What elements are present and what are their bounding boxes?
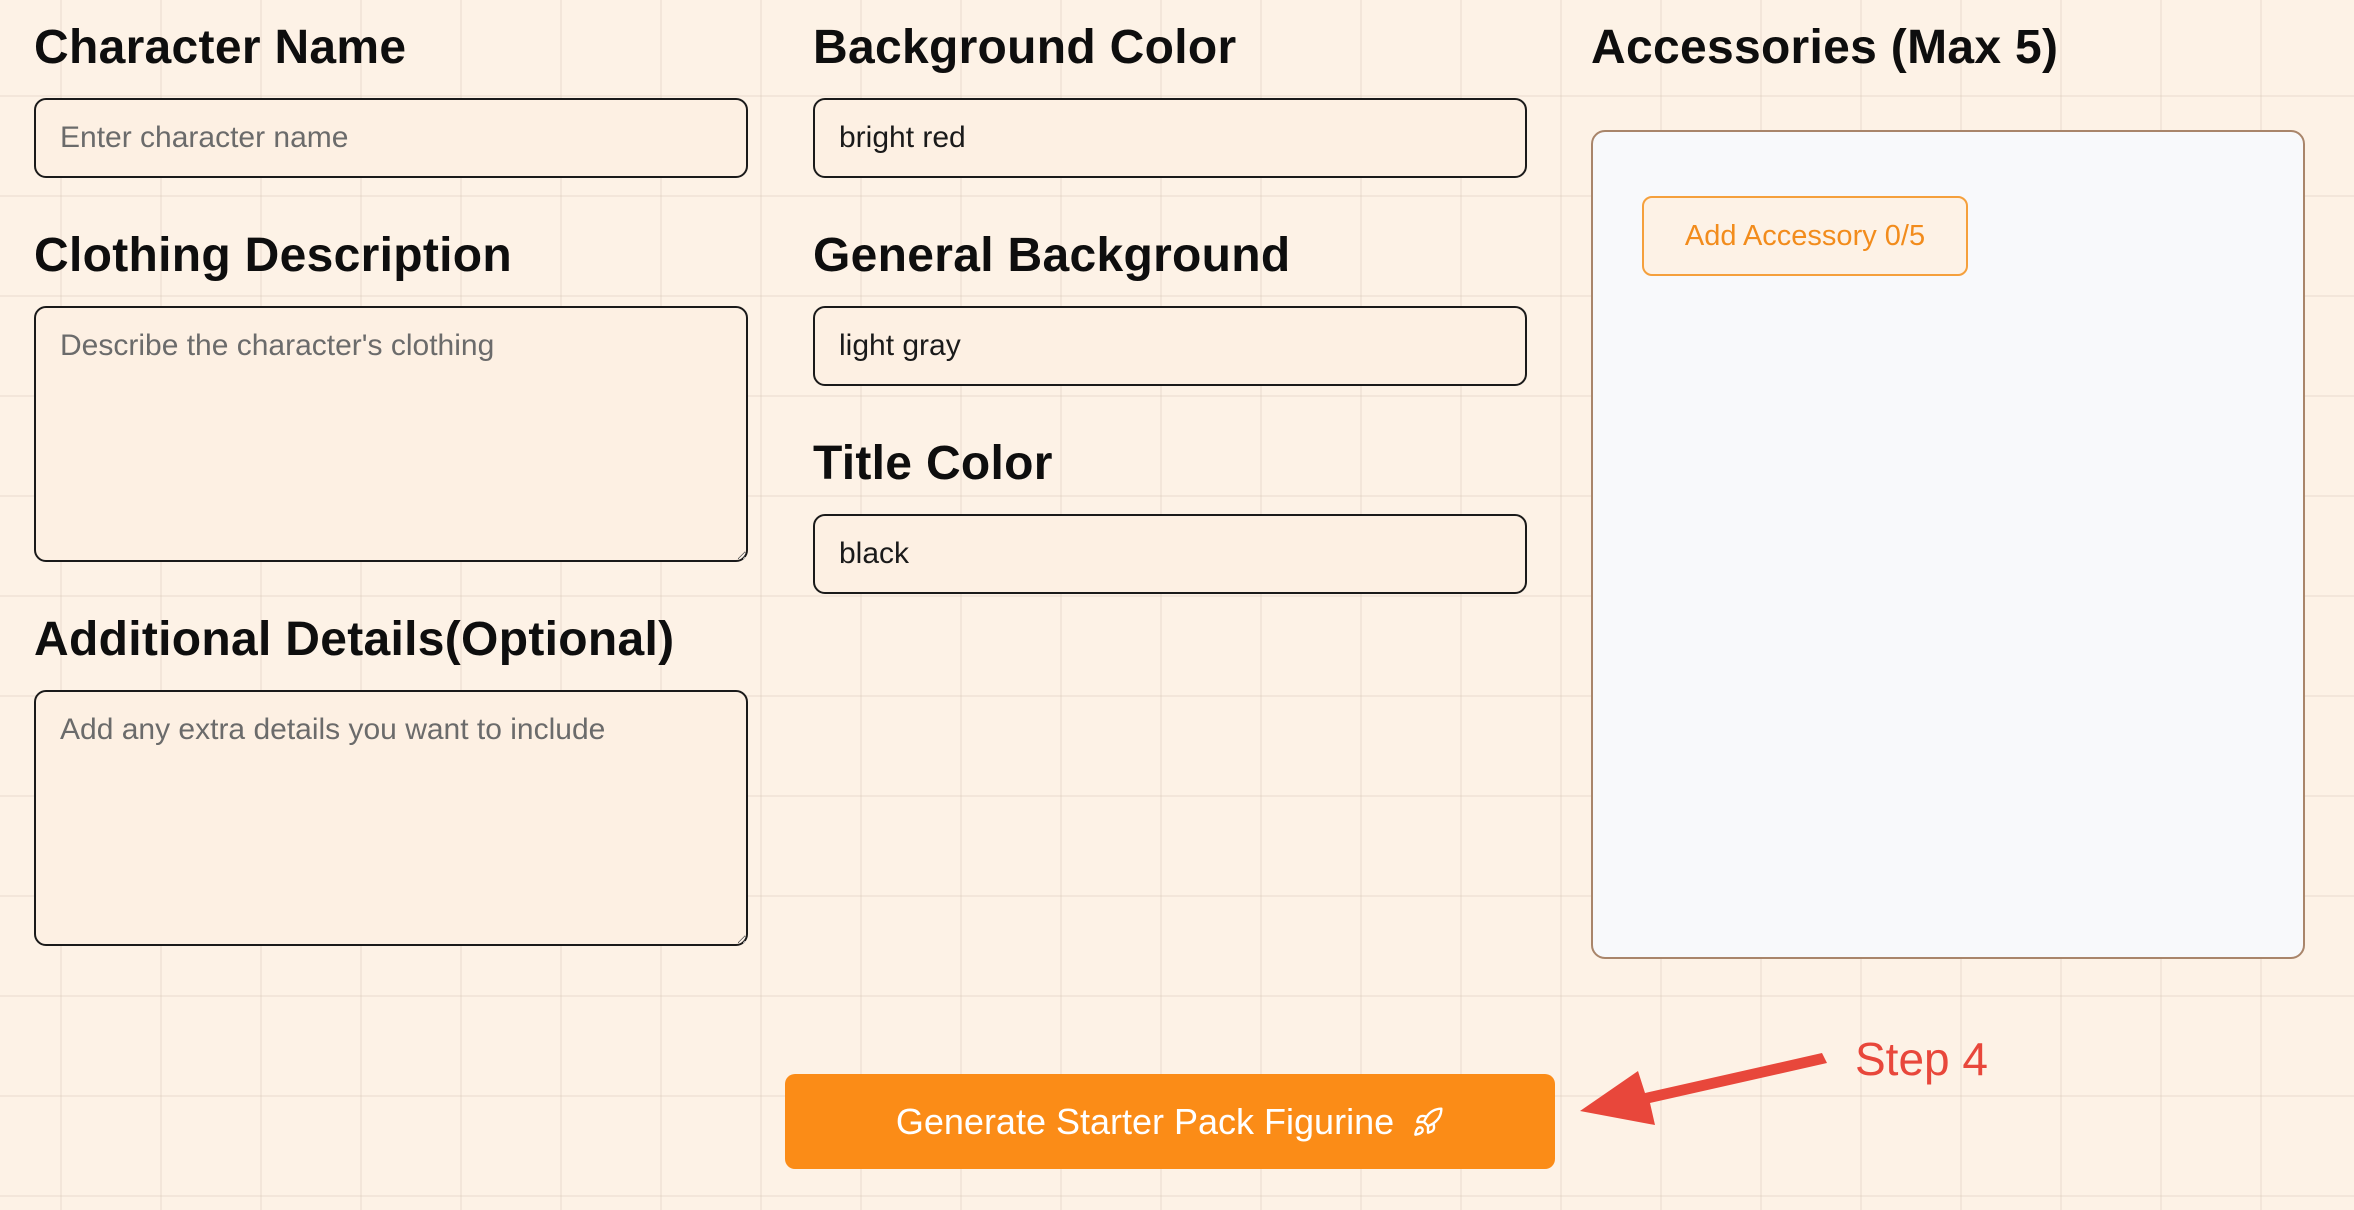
character-name-input[interactable] (34, 98, 748, 178)
background-color-label: Background Color (813, 21, 1237, 74)
general-background-input[interactable] (813, 306, 1527, 386)
title-color-label: Title Color (813, 437, 1053, 490)
general-background-label: General Background (813, 229, 1291, 282)
rocket-icon (1414, 1106, 1443, 1136)
step-label: Step 4 (1855, 1033, 1988, 1085)
generate-figurine-button[interactable]: Generate Starter Pack Figurine (785, 1074, 1555, 1169)
clothing-description-textarea[interactable] (34, 306, 748, 562)
additional-details-textarea[interactable] (34, 690, 748, 946)
accessories-panel: Add Accessory 0/5 (1591, 130, 2305, 959)
character-name-label: Character Name (34, 21, 407, 74)
clothing-description-label: Clothing Description (34, 229, 512, 282)
add-accessory-button[interactable]: Add Accessory 0/5 (1642, 196, 1968, 276)
title-color-input[interactable] (813, 514, 1527, 594)
accessories-label: Accessories (Max 5) (1591, 21, 2059, 74)
annotation-arrow-icon (1580, 1053, 1827, 1125)
additional-details-label: Additional Details(Optional) (34, 613, 675, 666)
background-color-input[interactable] (813, 98, 1527, 178)
generate-button-label: Generate Starter Pack Figurine (895, 1100, 1395, 1142)
